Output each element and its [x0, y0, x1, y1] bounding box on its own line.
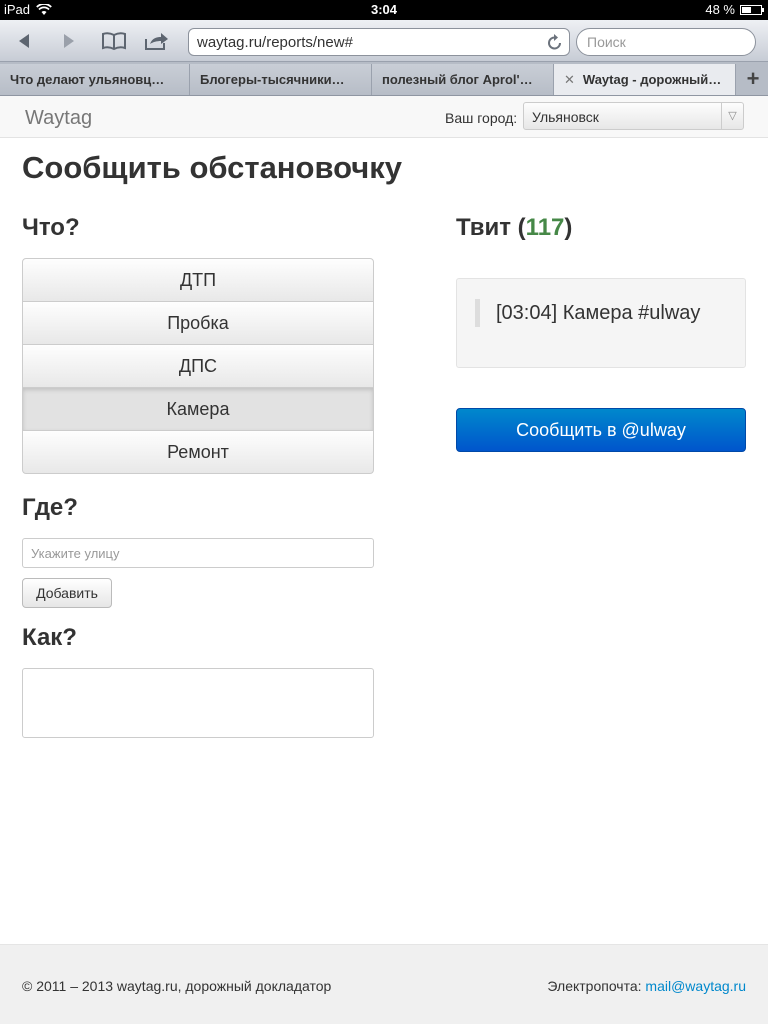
battery-percent: 48 %: [705, 2, 735, 17]
option-dps-button[interactable]: ДПС: [22, 344, 374, 388]
tweet-heading-close: ): [564, 214, 573, 241]
tab-bar: Что делают ульяновц… Блогеры-тысячники… …: [0, 62, 768, 96]
site-navbar: Waytag Ваш город: Ульяновск ▽: [0, 96, 768, 138]
email-label: Электропочта:: [547, 978, 642, 994]
tweet-heading-label: Твит (: [456, 214, 526, 241]
copyright-text: © 2011 – 2013 waytag.ru, дорожный доклад…: [22, 978, 332, 994]
street-placeholder: Укажите улицу: [31, 546, 120, 561]
forward-button[interactable]: [55, 28, 83, 54]
chevron-down-icon: ▽: [721, 103, 743, 129]
book-icon: [102, 32, 126, 51]
tweet-char-count: 117: [525, 214, 565, 241]
option-dtp-button[interactable]: ДТП: [22, 258, 374, 302]
url-text: waytag.ru/reports/new#: [197, 34, 353, 51]
option-repair-button[interactable]: Ремонт: [22, 430, 374, 474]
tab-label: полезный блог Aprol'…: [382, 72, 533, 87]
status-bar: iPad 3:04 48 %: [0, 0, 768, 20]
option-traffic-jam-button[interactable]: Пробка: [22, 301, 374, 345]
tab-2[interactable]: Блогеры-тысячники…: [190, 64, 372, 95]
report-button[interactable]: Сообщить в @ulway: [456, 408, 746, 452]
page-title: Сообщить обстановочку: [22, 150, 403, 185]
email-link[interactable]: mail@waytag.ru: [645, 978, 746, 994]
tweet-preview: [03:04] Камера #ulway: [456, 278, 746, 368]
tab-label: Waytag - дорожный…: [582, 72, 722, 87]
tab-label: Что делают ульяновц…: [10, 72, 165, 87]
tab-3[interactable]: полезный блог Aprol'…: [372, 64, 554, 95]
new-tab-button[interactable]: +: [738, 64, 768, 95]
forward-arrow-icon: [64, 34, 74, 48]
search-placeholder: Поиск: [587, 34, 626, 50]
what-heading: Что?: [22, 214, 80, 241]
description-textarea[interactable]: [22, 668, 374, 738]
share-button[interactable]: [143, 28, 171, 54]
browser-toolbar: waytag.ru/reports/new# Поиск: [0, 20, 768, 62]
back-button[interactable]: [10, 28, 38, 54]
where-heading: Где?: [22, 494, 78, 521]
city-label: Ваш город:: [445, 110, 518, 126]
share-icon: [145, 33, 168, 50]
add-street-button[interactable]: Добавить: [22, 578, 112, 608]
option-camera-button[interactable]: Камера: [22, 387, 374, 431]
city-value: Ульяновск: [532, 109, 599, 125]
battery-icon: [740, 4, 764, 15]
back-arrow-icon: [19, 34, 29, 48]
tab-1[interactable]: Что делают ульяновц…: [0, 64, 190, 95]
street-input[interactable]: Укажите улицу: [22, 538, 374, 568]
search-field[interactable]: Поиск: [576, 28, 756, 56]
brand-logo[interactable]: Waytag: [25, 107, 92, 130]
tab-4-active[interactable]: ✕ Waytag - дорожный…: [554, 64, 736, 95]
city-select[interactable]: Ульяновск ▽: [523, 102, 744, 130]
contact-info: Электропочта: mail@waytag.ru: [547, 978, 746, 994]
clock: 3:04: [370, 2, 398, 17]
tweet-heading: Твит (117): [456, 214, 572, 242]
tab-label: Блогеры-тысячники…: [200, 72, 345, 87]
incident-type-group: ДТП Пробка ДПС Камера Ремонт: [22, 258, 374, 474]
address-bar[interactable]: waytag.ru/reports/new#: [188, 28, 570, 56]
footer: © 2011 – 2013 waytag.ru, дорожный доклад…: [0, 944, 768, 1024]
close-tab-icon[interactable]: ✕: [564, 72, 575, 87]
tweet-text: [03:04] Камера #ulway: [475, 299, 700, 327]
bookmarks-button[interactable]: [100, 28, 128, 54]
how-heading: Как?: [22, 624, 77, 651]
reload-icon[interactable]: [547, 33, 563, 51]
plus-icon: +: [746, 66, 760, 91]
